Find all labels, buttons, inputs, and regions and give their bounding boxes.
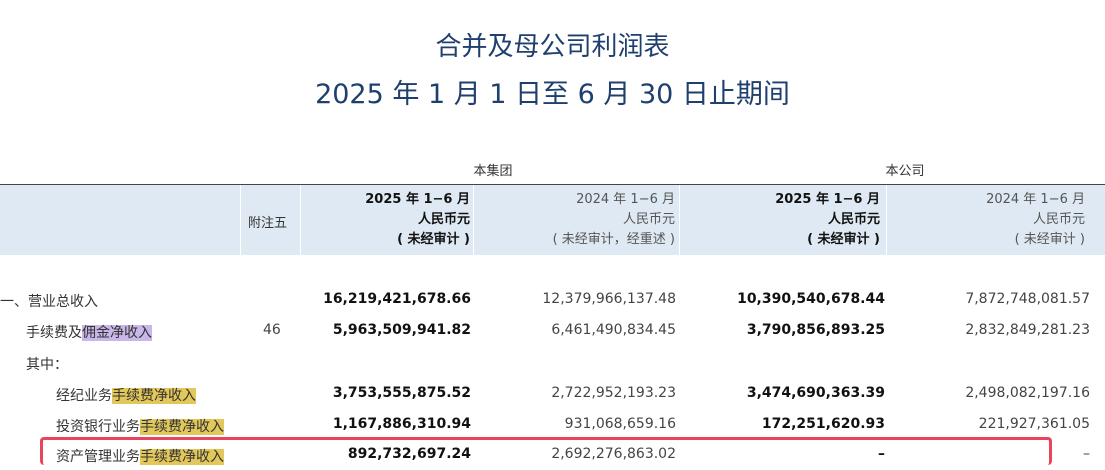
row-label: 手续费及佣金净收入 bbox=[26, 322, 152, 342]
report-period: 2025 年 1 月 1 日至 6 月 30 日止期间 bbox=[315, 79, 790, 110]
column-header-note: ( 未经审计 ) bbox=[1014, 232, 1085, 247]
row-note: 46 bbox=[263, 322, 281, 338]
highlighted-text: 手续费净收入 bbox=[140, 419, 224, 435]
column-header-note: ( 未经审计 ) bbox=[807, 232, 880, 247]
column-header-note: ( 未经审计 ) bbox=[397, 232, 470, 247]
note-column-header: 附注五 bbox=[248, 216, 288, 231]
value-company-2025: 172,251,620.93 bbox=[761, 416, 885, 432]
column-separator bbox=[886, 185, 887, 255]
row-label: 一、营业总收入 bbox=[0, 294, 98, 310]
value-company-2024: 221,927,361.05 bbox=[978, 416, 1090, 432]
value-group-2025: 16,219,421,678.66 bbox=[323, 291, 471, 307]
column-header-period: 2025 年 1−6 月 bbox=[365, 192, 470, 207]
value-company-2025: 3,790,856,893.25 bbox=[746, 322, 885, 338]
value-group-2024: 931,068,659.16 bbox=[564, 416, 676, 432]
value-group-2025: 5,963,509,941.82 bbox=[332, 322, 471, 338]
column-header-currency: 人民币元 bbox=[417, 212, 470, 227]
column-header-period: 2024 年 1−6 月 bbox=[986, 192, 1085, 207]
column-header-period: 2024 年 1−6 月 bbox=[576, 192, 675, 207]
column-header-company-2024: 2024 年 1−6 月 人民币元 ( 未经审计 ) bbox=[888, 190, 1085, 250]
annotation-highlight-box bbox=[40, 437, 1052, 465]
value-company-2025: 10,390,540,678.44 bbox=[737, 291, 885, 307]
value-group-2024: 12,379,966,137.48 bbox=[542, 291, 676, 307]
value-company-2025: 3,474,690,363.39 bbox=[746, 385, 885, 401]
report-title: 合并及母公司利润表 bbox=[435, 32, 670, 62]
row-label: 其中： bbox=[26, 357, 68, 373]
column-header-group-2025: 2025 年 1−6 月 人民币元 ( 未经审计 ) bbox=[300, 190, 470, 250]
value-group-2025: 3,753,555,875.52 bbox=[332, 385, 471, 401]
column-header-currency: 人民币元 bbox=[1032, 212, 1085, 227]
group-header-company: 本公司 bbox=[885, 164, 925, 179]
column-header-note: ( 未经审计，经重述 ) bbox=[552, 232, 675, 247]
row-label: 投资银行业务手续费净收入 bbox=[56, 416, 224, 436]
column-separator bbox=[473, 185, 474, 255]
group-header-group: 本集团 bbox=[473, 164, 513, 179]
table-row: 其中： bbox=[0, 354, 1105, 378]
column-header-currency: 人民币元 bbox=[622, 212, 675, 227]
row-label-prefix: 经纪业务 bbox=[56, 388, 112, 404]
row-label: 经纪业务手续费净收入 bbox=[56, 385, 196, 405]
column-header-currency: 人民币元 bbox=[827, 212, 880, 227]
row-label-prefix: 手续费及 bbox=[26, 325, 82, 341]
value-group-2024: 2,722,952,193.23 bbox=[551, 385, 676, 401]
column-header-period: 2025 年 1−6 月 bbox=[775, 192, 880, 207]
highlighted-text: 佣金净收入 bbox=[82, 325, 152, 341]
column-separator bbox=[240, 185, 241, 255]
column-header-company-2025: 2025 年 1−6 月 人民币元 ( 未经审计 ) bbox=[680, 190, 880, 250]
table-row: 一、营业总收入 16,219,421,678.66 12,379,966,137… bbox=[0, 291, 1105, 315]
value-company-2024: 2,832,849,281.23 bbox=[965, 322, 1090, 338]
row-label-prefix: 投资银行业务 bbox=[56, 419, 140, 435]
value-group-2024: 6,461,490,834.45 bbox=[551, 322, 676, 338]
column-header-group-2024: 2024 年 1−6 月 人民币元 ( 未经审计，经重述 ) bbox=[475, 190, 675, 250]
table-row: 经纪业务手续费净收入 3,753,555,875.52 2,722,952,19… bbox=[0, 385, 1105, 409]
value-company-2024: 7,872,748,081.57 bbox=[965, 291, 1090, 307]
table-row: 手续费及佣金净收入 46 5,963,509,941.82 6,461,490,… bbox=[0, 322, 1105, 346]
value-group-2025: 1,167,886,310.94 bbox=[332, 416, 471, 432]
value-company-2024: 2,498,082,197.16 bbox=[965, 385, 1090, 401]
highlighted-text: 手续费净收入 bbox=[112, 388, 196, 404]
